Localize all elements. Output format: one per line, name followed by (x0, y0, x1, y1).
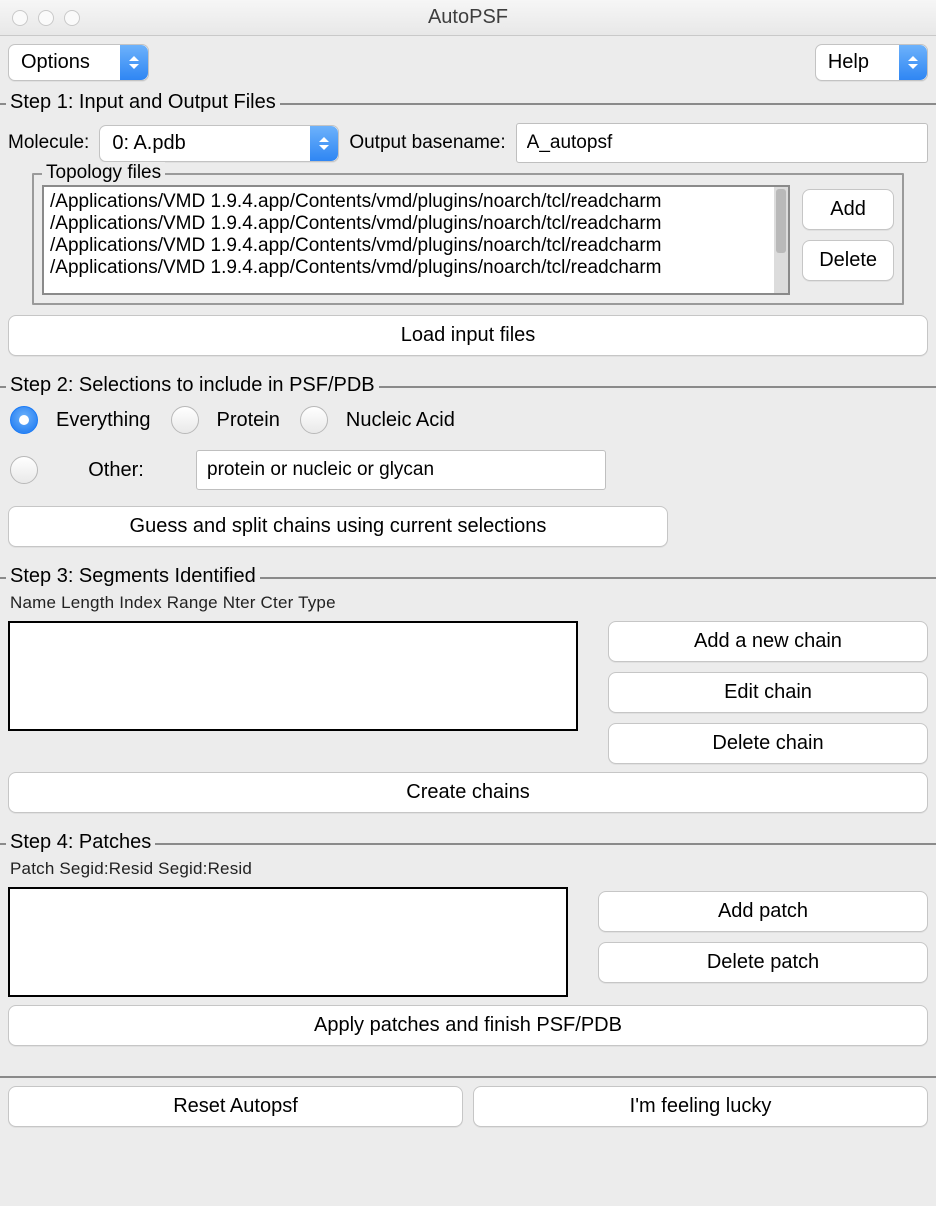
add-topology-button[interactable]: Add (802, 189, 894, 230)
list-item[interactable]: /Applications/VMD 1.9.4.app/Contents/vmd… (50, 191, 768, 213)
molecule-label: Molecule: (8, 132, 89, 154)
topology-group: Topology files /Applications/VMD 1.9.4.a… (32, 173, 904, 305)
window-title: AutoPSF (0, 6, 936, 29)
footer-buttons: Reset Autopsf I'm feeling lucky (0, 1076, 936, 1135)
edit-chain-button[interactable]: Edit chain (608, 672, 928, 713)
radio-protein[interactable]: Protein (171, 406, 280, 434)
radio-label: Nucleic Acid (346, 409, 455, 432)
menubar: Options Help (0, 36, 936, 89)
molecule-select[interactable]: 0: A.pdb (99, 125, 339, 162)
step4-group: Step 4: Patches Patch Segid:Resid Segid:… (0, 843, 936, 1062)
radio-label: Other: (56, 459, 176, 482)
options-menu[interactable]: Options (8, 44, 149, 81)
radio-everything[interactable]: Everything (10, 406, 151, 434)
topology-listbox[interactable]: /Applications/VMD 1.9.4.app/Contents/vmd… (42, 185, 774, 295)
step2-legend: Step 2: Selections to include in PSF/PDB (6, 374, 379, 397)
load-input-files-button[interactable]: Load input files (8, 315, 928, 356)
topology-legend: Topology files (42, 162, 165, 184)
delete-patch-button[interactable]: Delete patch (598, 942, 928, 983)
feeling-lucky-button[interactable]: I'm feeling lucky (473, 1086, 928, 1127)
help-menu[interactable]: Help (815, 44, 928, 81)
create-chains-button[interactable]: Create chains (8, 772, 928, 813)
step3-legend: Step 3: Segments Identified (6, 565, 260, 588)
radio-icon (300, 406, 328, 434)
molecule-selected: 0: A.pdb (112, 132, 310, 155)
segments-columns: Name Length Index Range Nter Cter Type (8, 589, 928, 621)
step1-legend: Step 1: Input and Output Files (6, 91, 280, 114)
segments-listbox[interactable] (8, 621, 578, 731)
stepper-icon (120, 45, 148, 80)
reset-autopsf-button[interactable]: Reset Autopsf (8, 1086, 463, 1127)
list-item[interactable]: /Applications/VMD 1.9.4.app/Contents/vmd… (50, 213, 768, 235)
step2-group: Step 2: Selections to include in PSF/PDB… (0, 386, 936, 563)
add-patch-button[interactable]: Add patch (598, 891, 928, 932)
topology-scrollbar[interactable] (774, 185, 790, 295)
step1-group: Step 1: Input and Output Files Molecule:… (0, 103, 936, 372)
stepper-icon (310, 126, 338, 161)
stepper-icon (899, 45, 927, 80)
guess-split-button[interactable]: Guess and split chains using current sel… (8, 506, 668, 547)
patches-listbox[interactable] (8, 887, 568, 997)
delete-chain-button[interactable]: Delete chain (608, 723, 928, 764)
add-chain-button[interactable]: Add a new chain (608, 621, 928, 662)
radio-other[interactable]: Other: (10, 456, 176, 484)
options-label: Options (21, 51, 120, 74)
step4-legend: Step 4: Patches (6, 831, 155, 854)
delete-topology-button[interactable]: Delete (802, 240, 894, 281)
molecule-row: Molecule: 0: A.pdb Output basename: (8, 123, 928, 163)
radio-label: Protein (217, 409, 280, 432)
radio-nucleic[interactable]: Nucleic Acid (300, 406, 455, 434)
topology-list-wrap: /Applications/VMD 1.9.4.app/Contents/vmd… (42, 185, 790, 295)
radio-icon (10, 456, 38, 484)
list-item[interactable]: /Applications/VMD 1.9.4.app/Contents/vmd… (50, 235, 768, 257)
radio-icon (171, 406, 199, 434)
radio-label: Everything (56, 409, 151, 432)
apply-patches-button[interactable]: Apply patches and finish PSF/PDB (8, 1005, 928, 1046)
output-basename-input[interactable] (516, 123, 928, 163)
list-item[interactable]: /Applications/VMD 1.9.4.app/Contents/vmd… (50, 257, 768, 279)
titlebar: AutoPSF (0, 0, 936, 36)
step3-group: Step 3: Segments Identified Name Length … (0, 577, 936, 829)
output-label: Output basename: (349, 132, 505, 154)
other-selection-input[interactable] (196, 450, 606, 490)
radio-icon (10, 406, 38, 434)
patches-columns: Patch Segid:Resid Segid:Resid (8, 855, 928, 887)
help-label: Help (828, 51, 899, 74)
